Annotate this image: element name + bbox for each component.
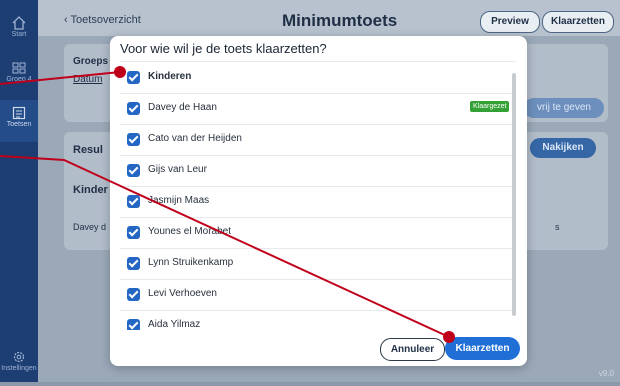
list-item-all[interactable]: Kinderen xyxy=(120,62,516,94)
version-label: v9.0 xyxy=(598,369,614,378)
list-item-label: Cato van der Heijden xyxy=(148,133,242,144)
sidebar-item-instellingen[interactable]: Instellingen xyxy=(0,344,38,386)
sidebar-item-groep[interactable]: Groep 4 xyxy=(0,55,38,97)
gear-icon xyxy=(13,351,25,363)
list-item-label: Kinderen xyxy=(148,71,192,82)
groeps-label: Groeps xyxy=(73,56,109,67)
tests-icon xyxy=(12,106,26,120)
davey-label: Davey d xyxy=(73,222,107,232)
modal-title: Voor wie wil je de toets klaarzetten? xyxy=(120,41,327,56)
list-item[interactable]: Davey de Haan Klaargezet xyxy=(120,93,516,125)
checkbox[interactable] xyxy=(127,133,140,146)
nakijken-button[interactable]: Nakijken xyxy=(530,138,596,158)
list-item-label: Davey de Haan xyxy=(148,102,217,113)
top-bar: ‹ Toetsoverzicht Minimumtoets Preview Kl… xyxy=(38,0,620,36)
cancel-button[interactable]: Annuleer xyxy=(380,338,445,361)
page-title: Minimumtoets xyxy=(282,11,398,30)
klaarzetten-modal: Voor wie wil je de toets klaarzetten? Ki… xyxy=(110,36,527,366)
klaarzetten-button[interactable]: Klaarzetten xyxy=(445,337,520,360)
sidebar-item-toetsen[interactable]: Toetsen xyxy=(0,100,38,142)
list-item[interactable]: Gijs van Leur xyxy=(120,155,516,187)
sidebar-item-label: Groep 4 xyxy=(6,76,32,83)
back-link-label: Toetsoverzicht xyxy=(70,14,141,26)
scroll-thumb[interactable] xyxy=(512,73,516,316)
list-item[interactable]: Younes el Morabet xyxy=(120,217,516,249)
checkbox[interactable] xyxy=(127,71,140,84)
list-item-label: Aida Yilmaz xyxy=(148,319,201,330)
list-item-label: Lynn Struikenkamp xyxy=(148,257,234,268)
sidebar-item-label: Toetsen xyxy=(6,121,32,128)
sidebar-item-label: Instellingen xyxy=(1,365,37,372)
home-icon xyxy=(12,16,26,30)
checkbox[interactable] xyxy=(127,319,140,330)
resul-label: Resul xyxy=(73,144,103,156)
s-label: s xyxy=(555,222,560,232)
datum-label: Datum xyxy=(73,74,103,85)
preview-button[interactable]: Preview xyxy=(480,11,540,33)
checkbox[interactable] xyxy=(127,195,140,208)
list-item-label: Younes el Morabet xyxy=(148,226,232,237)
list-item[interactable]: Aida Yilmaz xyxy=(120,310,516,330)
checkbox[interactable] xyxy=(127,164,140,177)
checkbox[interactable] xyxy=(127,102,140,115)
back-link[interactable]: ‹ Toetsoverzicht xyxy=(64,14,141,26)
list-scrollbar[interactable] xyxy=(511,65,517,325)
student-list: Kinderen Davey de Haan Klaargezet Cato v… xyxy=(120,61,516,330)
list-item-label: Jasmijn Maas xyxy=(148,195,210,206)
vrij-te-geven-button[interactable]: vrij te geven xyxy=(524,98,604,118)
list-item[interactable]: Jasmijn Maas xyxy=(120,186,516,218)
group-icon xyxy=(12,62,26,74)
list-item-label: Levi Verhoeven xyxy=(148,288,217,299)
sidebar: Start Groep 4 Toetsen Instellingen xyxy=(0,0,38,382)
list-item[interactable]: Lynn Struikenkamp xyxy=(120,248,516,280)
checkbox[interactable] xyxy=(127,288,140,301)
list-item-label: Gijs van Leur xyxy=(148,164,207,175)
list-item[interactable]: Levi Verhoeven xyxy=(120,279,516,311)
checkbox[interactable] xyxy=(127,257,140,270)
list-item[interactable]: Cato van der Heijden xyxy=(120,124,516,156)
sidebar-item-label: Start xyxy=(11,31,27,38)
sidebar-item-start[interactable]: Start xyxy=(0,10,38,52)
status-badge: Klaargezet xyxy=(470,101,510,112)
checkbox[interactable] xyxy=(127,226,140,239)
klaarzetten-header-button[interactable]: Klaarzetten xyxy=(542,11,614,33)
kinder-label: Kinder xyxy=(73,184,108,196)
